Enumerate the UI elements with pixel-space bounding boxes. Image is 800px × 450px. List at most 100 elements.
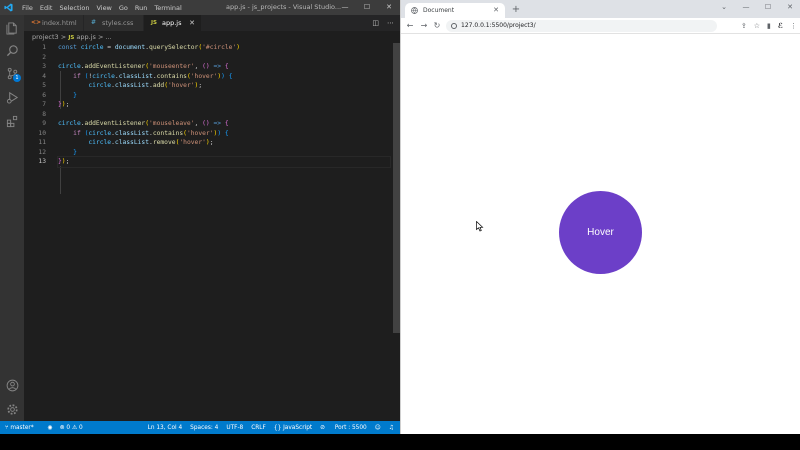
source-control-icon[interactable]: 1 xyxy=(4,65,21,82)
chevron-down-icon[interactable]: ⌄ xyxy=(713,0,735,14)
close-tab-icon[interactable]: ✕ xyxy=(493,3,499,18)
notifications-bell-icon[interactable]: ♫ xyxy=(389,425,394,431)
code-line-4: if (!circle.classList.contains('hover'))… xyxy=(73,72,233,80)
maximize-icon[interactable]: ☐ xyxy=(757,0,779,14)
code-line-3: circle.addEventListener('mouseenter', ()… xyxy=(58,63,229,70)
line-number: 7 xyxy=(42,101,46,108)
reload-icon[interactable]: ↻ xyxy=(431,18,443,34)
globe-icon xyxy=(411,7,418,14)
breadcrumb: project3 > JS app.js > ... xyxy=(24,31,400,43)
sync-icon[interactable]: ◉ xyxy=(48,425,53,431)
menu-terminal[interactable]: Terminal xyxy=(154,4,181,12)
manage-gear-icon[interactable] xyxy=(4,401,20,417)
toolbar-icons: ⇪ ☆ ▮ ℰ ⋮ xyxy=(734,18,797,34)
problems-indicator[interactable]: ⊗ 0 ⚠ 0 xyxy=(60,425,83,431)
menu-file[interactable]: File xyxy=(22,4,33,12)
code-line-6: } xyxy=(73,91,77,99)
split-editor-icon[interactable]: ◫ xyxy=(372,19,379,27)
menu-selection[interactable]: Selection xyxy=(59,4,89,12)
maximize-icon[interactable]: ☐ xyxy=(356,0,378,15)
minimize-icon[interactable]: — xyxy=(735,0,757,14)
browser-tab-strip: Document ✕ + ⌄ — ☐ ✕ xyxy=(401,0,800,18)
close-icon[interactable]: ✕ xyxy=(378,0,400,15)
menu-kebab-icon[interactable]: ⋮ xyxy=(790,22,797,30)
line-number: 1 xyxy=(42,44,46,51)
site-info-icon[interactable] xyxy=(451,23,457,29)
search-icon[interactable] xyxy=(4,42,20,58)
url-text: 127.0.0.1:5500/project3/ xyxy=(461,22,536,29)
address-bar[interactable]: 127.0.0.1:5500/project3/ xyxy=(446,20,717,32)
tab-label: app.js xyxy=(162,19,182,27)
close-icon[interactable]: ✕ xyxy=(779,0,800,14)
tab-label: styles.css xyxy=(102,19,134,27)
line-number: 12 xyxy=(38,148,46,156)
breadcrumb-symbol[interactable]: > ... xyxy=(98,33,112,41)
account-icon[interactable] xyxy=(4,377,20,393)
editor-scrollbar[interactable] xyxy=(392,43,400,421)
tab-close-icon[interactable]: ✕ xyxy=(189,15,195,31)
cursor-position[interactable]: Ln 13, Col 4 xyxy=(148,425,183,431)
extensions-icon[interactable] xyxy=(4,113,20,129)
scrollbar-thumb[interactable] xyxy=(393,43,400,333)
indentation[interactable]: Spaces: 4 xyxy=(190,425,218,431)
js-file-icon: JS xyxy=(68,35,75,41)
code-line-12: } xyxy=(73,148,77,156)
browser-toolbar: ← → ↻ 127.0.0.1:5500/project3/ ⇪ ☆ ▮ ℰ ⋮ xyxy=(401,18,800,34)
tab-app-js[interactable]: JS app.js ✕ xyxy=(144,15,202,31)
extension-icon[interactable]: ℰ xyxy=(778,22,783,30)
tab-label: index.html xyxy=(42,19,77,27)
vscode-logo-icon xyxy=(4,3,13,12)
line-number: 9 xyxy=(42,120,46,127)
breadcrumb-folder[interactable]: project3 xyxy=(32,33,59,41)
code-line-9: circle.addEventListener('mouseleave', ()… xyxy=(58,120,229,127)
circle-label: Hover xyxy=(587,227,614,238)
menu-edit[interactable]: Edit xyxy=(40,4,53,12)
run-debug-icon[interactable] xyxy=(4,89,20,105)
status-bar: ⑂ master* ◉ ⊗ 0 ⚠ 0 Ln 13, Col 4 Spaces:… xyxy=(0,421,400,434)
sidebar-icon[interactable]: ▮ xyxy=(767,22,771,30)
breadcrumb-separator: > xyxy=(60,33,67,41)
scm-badge: 1 xyxy=(13,74,21,82)
feedback-icon[interactable]: ☺ xyxy=(375,425,381,431)
live-server-port[interactable]: ⊘ Port : 5500 xyxy=(320,425,367,431)
menu-go[interactable]: Go xyxy=(119,4,128,12)
menu-bar: File Edit Selection View Go Run Terminal xyxy=(22,0,189,15)
new-tab-button[interactable]: + xyxy=(510,3,522,17)
explorer-icon[interactable] xyxy=(4,20,20,36)
hover-circle[interactable]: Hover xyxy=(559,191,642,274)
html-file-icon: <> xyxy=(31,19,42,26)
browser-tab[interactable]: Document ✕ xyxy=(405,3,505,18)
minimize-icon[interactable]: — xyxy=(334,0,356,15)
more-actions-icon[interactable]: ⋯ xyxy=(387,19,394,27)
line-number: 13 xyxy=(38,158,46,165)
code-line-10: if (circle.classList.contains('hover')) … xyxy=(73,129,229,137)
breadcrumb-file[interactable]: app.js xyxy=(76,33,96,41)
share-icon[interactable]: ⇪ xyxy=(741,22,747,30)
menu-run[interactable]: Run xyxy=(135,4,147,12)
line-number: 3 xyxy=(42,63,46,70)
bookmark-star-icon[interactable]: ☆ xyxy=(754,22,760,30)
browser-window-controls: ⌄ — ☐ ✕ xyxy=(713,0,800,14)
line-number: 10 xyxy=(38,129,46,137)
tab-styles-css[interactable]: # styles.css xyxy=(84,15,144,31)
code-lines: const circle = document.querySelector('#… xyxy=(57,43,391,168)
forward-arrow-icon[interactable]: → xyxy=(418,18,430,34)
menu-view[interactable]: View xyxy=(96,4,111,12)
line-number: 11 xyxy=(38,139,46,146)
tab-index-html[interactable]: <> index.html xyxy=(24,15,84,31)
code-editor[interactable]: 1 2 3 4 5 6 7 8 9 10 11 12 13 const circ… xyxy=(24,43,400,421)
back-arrow-icon[interactable]: ← xyxy=(404,18,416,34)
code-line-5: circle.classList.add('hover'); xyxy=(88,82,203,89)
encoding[interactable]: UTF-8 xyxy=(226,425,243,431)
code-line-13: }); xyxy=(57,156,391,168)
line-ending[interactable]: CRLF xyxy=(251,425,266,431)
code-line-1: const circle = document.querySelector('#… xyxy=(58,44,241,51)
editor-actions: ◫ ⋯ xyxy=(364,15,394,31)
line-numbers: 1 2 3 4 5 6 7 8 9 10 11 12 13 xyxy=(24,43,46,167)
code-line-7: }); xyxy=(58,101,70,108)
js-file-icon: JS xyxy=(151,20,158,26)
git-branch[interactable]: ⑂ master* xyxy=(5,425,41,431)
language-mode[interactable]: {} JavaScript xyxy=(274,425,312,431)
browser-tab-title: Document xyxy=(423,7,455,14)
